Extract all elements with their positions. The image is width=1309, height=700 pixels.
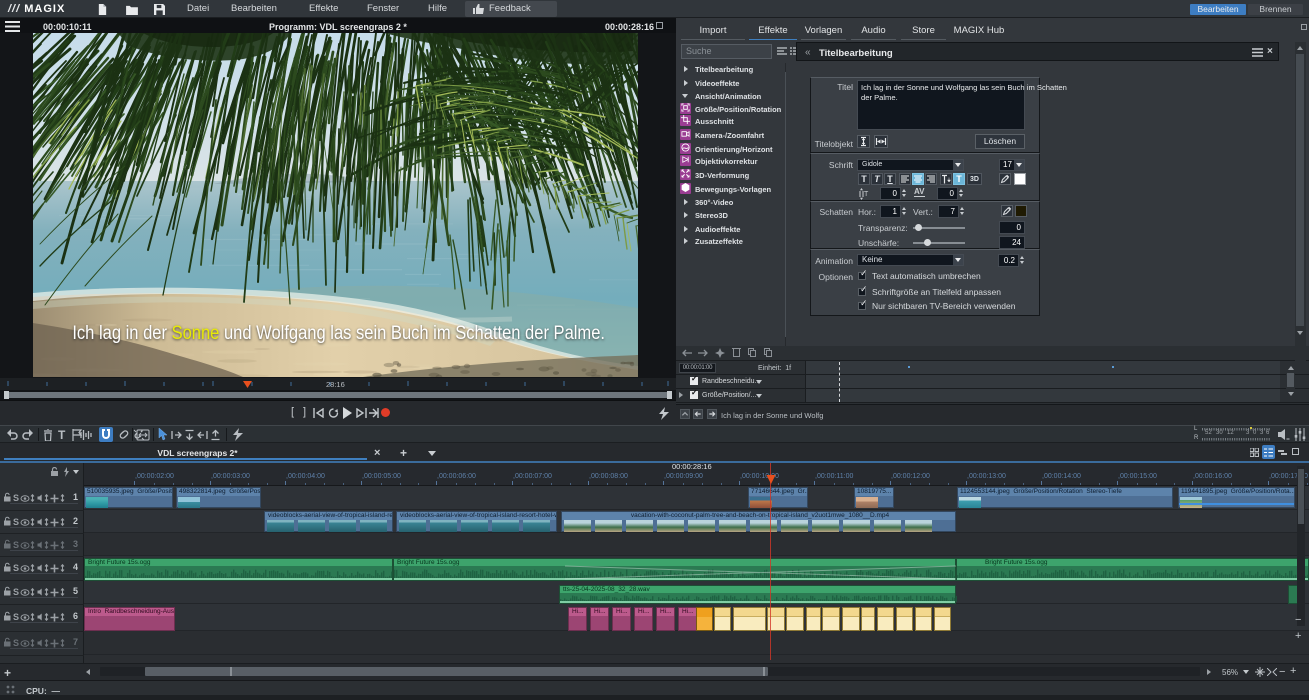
svg-text:,00:00:08:00: ,00:00:08:00 bbox=[589, 473, 628, 480]
svg-text:,00:00:16:00: ,00:00:16:00 bbox=[1193, 473, 1232, 480]
svg-text:S: S bbox=[13, 612, 19, 622]
svg-text:S: S bbox=[13, 587, 19, 597]
svg-text:S: S bbox=[13, 517, 19, 527]
svg-text:,00:00:12:00: ,00:00:12:00 bbox=[891, 473, 930, 480]
svg-text:,00:00:07:00: ,00:00:07:00 bbox=[513, 473, 552, 480]
svg-text:,00:00:05:00: ,00:00:05:00 bbox=[362, 473, 401, 480]
svg-text:,00:00:06:00: ,00:00:06:00 bbox=[437, 473, 476, 480]
svg-text:,00:00:02:00: ,00:00:02:00 bbox=[135, 473, 174, 480]
svg-text:S: S bbox=[13, 563, 19, 573]
svg-text:,00:00:13:00: ,00:00:13:00 bbox=[967, 473, 1006, 480]
svg-text:,00:00:11:00: ,00:00:11:00 bbox=[815, 473, 854, 480]
svg-text:S: S bbox=[13, 493, 19, 503]
svg-text:S: S bbox=[13, 540, 19, 550]
svg-text:,00:00:03:00: ,00:00:03:00 bbox=[211, 473, 250, 480]
svg-text:,00:00:04:00: ,00:00:04:00 bbox=[286, 473, 325, 480]
svg-text:S: S bbox=[13, 638, 19, 648]
svg-text:T: T bbox=[864, 191, 869, 198]
svg-text:,00:00:14:00: ,00:00:14:00 bbox=[1042, 473, 1081, 480]
svg-text:,00:00:09:00: ,00:00:09:00 bbox=[664, 473, 703, 480]
svg-text:,00:00:15:00: ,00:00:15:00 bbox=[1118, 473, 1157, 480]
